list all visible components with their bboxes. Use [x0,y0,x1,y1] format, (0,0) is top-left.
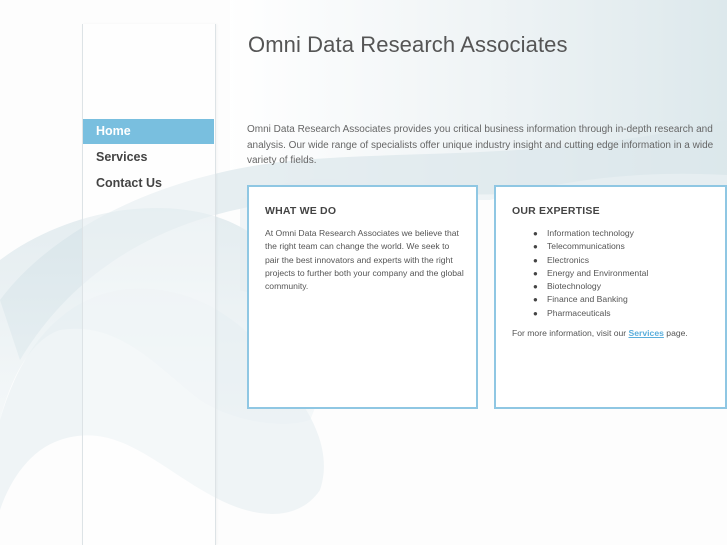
more-info-suffix: page. [663,328,688,338]
list-item: ● Biotechnology [533,280,648,293]
list-item: ● Electronics [533,254,648,267]
list-item-label: Biotechnology [547,281,601,292]
list-item: ● Information technology [533,227,648,240]
more-info-text: For more information, visit our Services… [512,328,688,338]
expertise-list: ● Information technology ● Telecommunicati… [533,227,648,320]
list-item-label: Energy and Environmental [547,267,649,278]
intro-paragraph: Omni Data Research Associates provides y… [247,124,714,166]
list-item: ● Telecommunications [533,240,648,253]
bullet-icon: ● [533,242,538,252]
list-item-label: Information technology [547,228,634,238]
what-we-do-text: At Omni Data Research Associates we beli… [265,228,464,292]
list-item-label: Telecommunications [547,241,625,252]
bullet-icon: ● [533,282,538,292]
nav-item-contact-us[interactable]: Contact Us [83,171,214,196]
bullet-icon: ● [533,268,538,278]
list-item-label: Electronics [547,254,590,265]
bullet-icon: ● [533,295,538,305]
our-expertise-heading: OUR EXPERTISE [512,205,600,217]
bullet-icon: ● [533,308,538,318]
bullet-icon: ● [533,229,538,238]
what-we-do-card: WHAT WE DO At Omni Data Research Associa… [247,185,478,409]
list-item: ● Finance and Banking [533,293,648,306]
site-title: Omni Data Research Associates [248,32,568,57]
list-item: ● Pharmaceuticals [533,307,648,320]
list-item: ● Energy and Environmental [533,267,648,280]
list-item-label: Finance and Banking [547,294,628,305]
bullet-icon: ● [533,255,538,265]
services-link[interactable]: Services [629,328,664,338]
main-nav: Home Services Contact Us [83,119,214,197]
more-info-prefix: For more information, visit our [512,328,629,338]
sidebar-column [82,24,216,545]
list-item-label: Pharmaceuticals [547,307,611,318]
what-we-do-heading: WHAT WE DO [265,205,337,217]
nav-item-home[interactable]: Home [83,119,214,144]
nav-item-services[interactable]: Services [83,145,214,170]
our-expertise-card: OUR EXPERTISE ● Information technology ● T… [494,185,727,409]
